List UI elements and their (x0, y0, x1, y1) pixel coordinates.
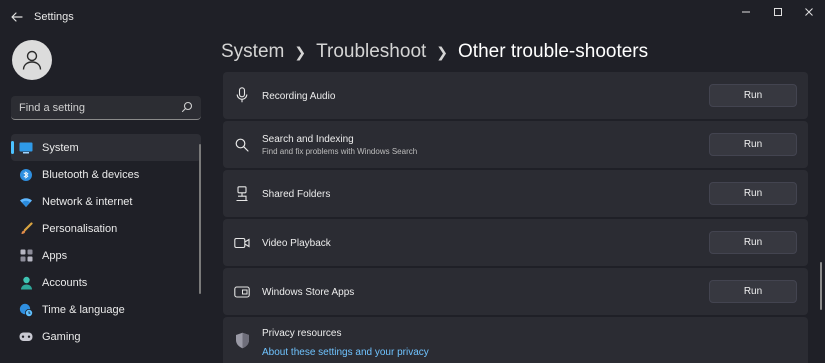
sidebar-item-label: Apps (42, 249, 68, 262)
globe-clock-icon (19, 303, 33, 317)
back-arrow-icon (11, 12, 23, 22)
sidebar-item-system[interactable]: System (11, 134, 201, 161)
shield-icon (234, 332, 250, 348)
run-button[interactable]: Run (709, 231, 797, 254)
user-avatar[interactable] (12, 40, 52, 80)
run-button[interactable]: Run (709, 133, 797, 156)
apps-icon (19, 249, 33, 263)
back-button[interactable] (6, 8, 28, 26)
content-scrollbar[interactable] (820, 262, 822, 310)
sidebar-item-apps[interactable]: Apps (11, 242, 201, 269)
troubleshooter-title: Video Playback (262, 238, 331, 249)
close-button[interactable] (799, 3, 819, 21)
maximize-button[interactable] (768, 3, 788, 21)
sidebar-item-label: Network & internet (42, 195, 133, 208)
wifi-icon (19, 195, 33, 209)
chevron-right-icon: ❯ (436, 43, 449, 60)
video-camera-icon (234, 235, 250, 251)
privacy-title: Privacy resources (262, 328, 342, 339)
search-box[interactable]: Find a setting (11, 96, 201, 120)
troubleshooter-card-video-playback: Video Playback Run (223, 219, 808, 266)
troubleshooter-title: Search and Indexing (262, 134, 354, 145)
privacy-resources-card: Privacy resources About these settings a… (223, 317, 808, 363)
window-app-icon (234, 284, 250, 300)
breadcrumb: System ❯ Troubleshoot ❯ Other trouble-sh… (221, 38, 648, 66)
search-icon[interactable] (181, 101, 193, 113)
sidebar-item-accounts[interactable]: Accounts (11, 269, 201, 296)
shared-folder-icon (234, 186, 250, 202)
monitor-icon (19, 141, 33, 155)
person-icon (22, 50, 42, 70)
sidebar-item-network[interactable]: Network & internet (11, 188, 201, 215)
sidebar-item-bluetooth[interactable]: Bluetooth & devices (11, 161, 201, 188)
app-title: Settings (34, 11, 74, 23)
brush-icon (19, 221, 33, 236)
troubleshooter-card-shared-folders: Shared Folders Run (223, 170, 808, 217)
troubleshooter-card-search-indexing: Search and Indexing Find and fix problem… (223, 121, 808, 168)
sidebar-nav: System Bluetooth & devices Network & int… (11, 134, 201, 350)
gamepad-icon (19, 330, 33, 344)
troubleshooter-title: Shared Folders (262, 189, 331, 200)
sidebar-item-label: Time & language (42, 303, 125, 316)
sidebar-item-gaming[interactable]: Gaming (11, 323, 201, 350)
troubleshooter-title: Recording Audio (262, 91, 336, 102)
close-icon (805, 8, 813, 16)
person-icon (19, 276, 33, 290)
run-button[interactable]: Run (709, 182, 797, 205)
troubleshooter-card-recording-audio: Recording Audio Run (223, 72, 808, 119)
sidebar-item-label: Personalisation (42, 222, 118, 235)
sidebar-item-label: System (42, 141, 79, 154)
sidebar-scrollbar[interactable] (199, 144, 201, 294)
chevron-right-icon: ❯ (294, 43, 307, 60)
bluetooth-icon (19, 168, 33, 182)
troubleshooter-list: Recording Audio Run Search and Indexing … (223, 72, 808, 363)
sidebar-item-time-language[interactable]: Time & language (11, 296, 201, 323)
page-title: Other trouble-shooters (458, 41, 649, 62)
sidebar-item-label: Bluetooth & devices (42, 168, 140, 181)
title-bar: Settings (0, 0, 825, 34)
sidebar-item-label: Accounts (42, 276, 88, 289)
troubleshooter-card-windows-store-apps: Windows Store Apps Run (223, 268, 808, 315)
active-indicator (11, 141, 14, 154)
maximize-icon (774, 8, 782, 16)
breadcrumb-system[interactable]: System (221, 41, 284, 63)
sidebar-item-personalisation[interactable]: Personalisation (11, 215, 201, 242)
minimize-button[interactable] (736, 3, 756, 21)
troubleshooter-description: Find and fix problems with Windows Searc… (262, 147, 418, 156)
sidebar-item-label: Gaming (42, 330, 81, 343)
search-icon (234, 137, 250, 153)
run-button[interactable]: Run (709, 84, 797, 107)
microphone-icon (234, 87, 250, 103)
search-input[interactable]: Find a setting (19, 102, 85, 114)
minimize-icon (742, 11, 750, 13)
troubleshooter-title: Windows Store Apps (262, 287, 355, 298)
breadcrumb-troubleshoot[interactable]: Troubleshoot (316, 41, 426, 63)
privacy-link[interactable]: About these settings and your privacy (262, 347, 429, 358)
settings-window: Settings Find a setting System Bluetooth… (0, 0, 825, 363)
run-button[interactable]: Run (709, 280, 797, 303)
